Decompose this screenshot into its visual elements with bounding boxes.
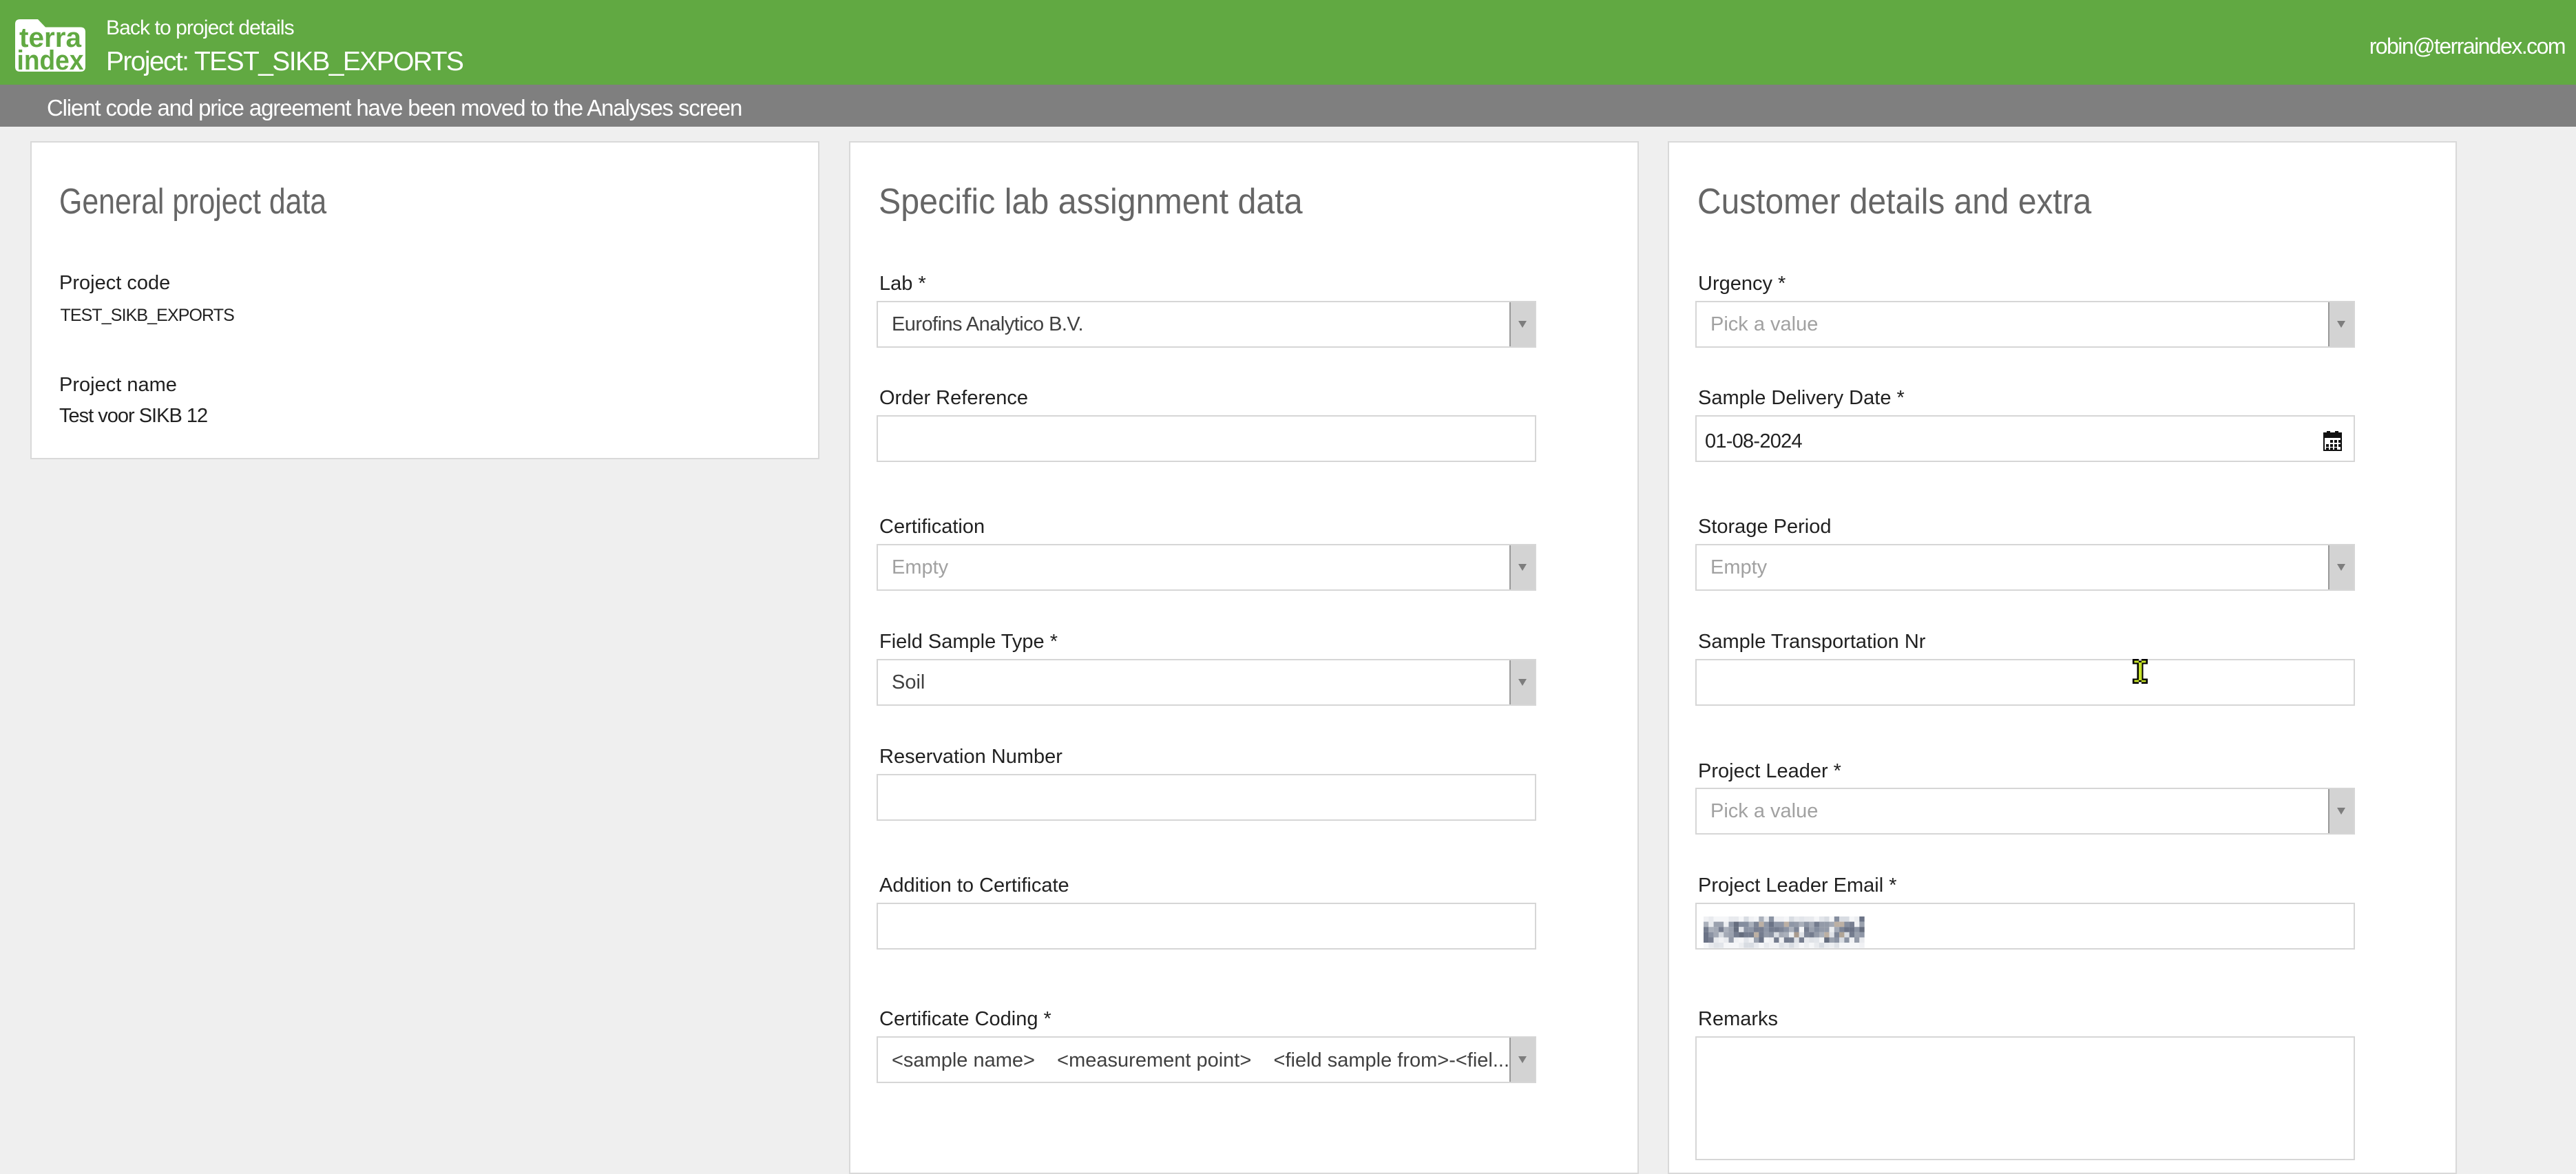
svg-text:index: index bbox=[17, 45, 84, 72]
